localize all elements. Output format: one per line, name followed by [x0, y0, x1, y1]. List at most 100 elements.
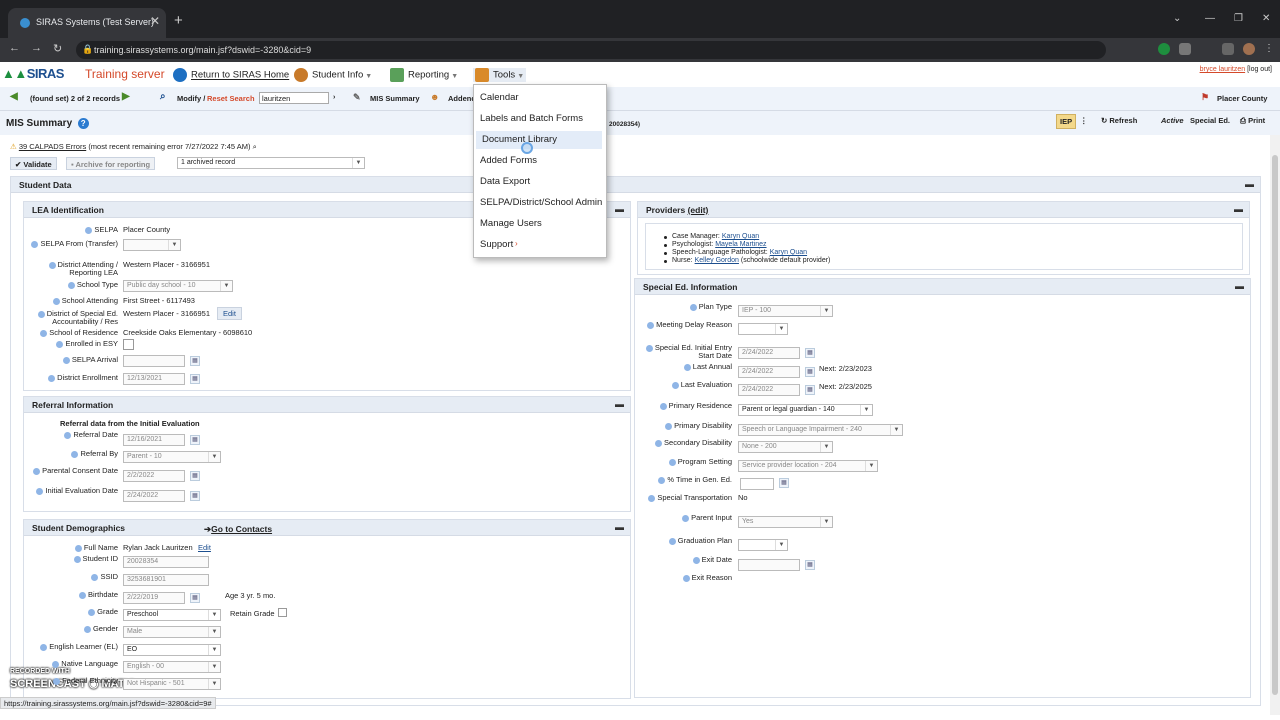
grammarly-icon[interactable] [1158, 43, 1170, 55]
demographic-select[interactable]: Male ▼ [123, 626, 221, 638]
help-icon[interactable] [71, 450, 79, 458]
help-icon[interactable] [31, 240, 39, 248]
help-icon[interactable] [645, 344, 653, 352]
help-icon[interactable]: ? [77, 118, 89, 129]
help-icon[interactable] [665, 422, 673, 430]
sidebar-icon[interactable] [1222, 43, 1234, 55]
chevron-down-icon[interactable]: ▼ [860, 405, 872, 415]
tools-menu-item[interactable]: Document Library [476, 131, 602, 149]
help-icon[interactable] [682, 514, 690, 522]
next-record-icon[interactable]: ▶ [122, 91, 130, 102]
search-input[interactable]: lauritzen [259, 92, 329, 104]
collapse-icon[interactable]: ▬ [1235, 281, 1244, 291]
nav-tools[interactable]: Tools ▼ [473, 68, 527, 82]
menu-icon[interactable]: ⋮ [1264, 43, 1276, 55]
prev-record-icon[interactable]: ◀ [10, 91, 18, 102]
esy-checkbox[interactable] [123, 339, 134, 350]
sped-date-input[interactable]: 2/24/2022 [738, 384, 800, 396]
calculator-icon[interactable]: ▦ [779, 478, 789, 488]
chevron-down-icon[interactable]: ▼ [820, 306, 832, 316]
return-home-link[interactable]: Return to SIRAS Home [173, 68, 289, 82]
nav-student-info[interactable]: Student Info ▼ [294, 68, 372, 82]
tools-menu-item[interactable]: Calendar [474, 89, 606, 107]
referral-by-select[interactable]: Parent - 10 ▼ [123, 451, 221, 463]
help-icon[interactable] [655, 439, 663, 447]
sped-field-select[interactable]: Parent or legal guardian - 140 ▼ [738, 404, 873, 416]
collapse-icon[interactable]: ▬ [1245, 179, 1254, 189]
retain-grade-checkbox[interactable] [278, 608, 287, 617]
help-icon[interactable] [648, 494, 656, 502]
help-icon[interactable] [683, 363, 691, 371]
logout-link[interactable]: [log out] [1247, 66, 1272, 73]
lea-date-input[interactable] [123, 355, 185, 367]
user-name-link[interactable]: bryce lauritzen [1200, 66, 1246, 73]
chevron-down-icon[interactable]: ▼ [208, 452, 220, 462]
help-icon[interactable] [62, 356, 70, 364]
modify-link[interactable]: Modify / [177, 94, 205, 103]
help-icon[interactable] [668, 537, 676, 545]
chevron-down-icon[interactable]: ▼ [208, 610, 220, 620]
browser-tab[interactable]: SIRAS Systems (Test Server) ✕ [8, 8, 166, 38]
calendar-icon[interactable]: ▦ [805, 560, 815, 570]
nav-reporting[interactable]: Reporting ▼ [390, 68, 458, 82]
chevron-down-icon[interactable]: ▼ [820, 442, 832, 452]
help-icon[interactable] [48, 374, 56, 382]
tools-menu-item[interactable]: SELPA/District/School Admin [474, 194, 606, 212]
chevron-down-icon[interactable]: ▼ [820, 517, 832, 527]
help-icon[interactable] [83, 625, 91, 633]
tools-menu-item[interactable]: Support [474, 236, 606, 254]
help-icon[interactable] [91, 573, 99, 581]
sped-field-select[interactable]: IEP - 100 ▼ [738, 305, 833, 317]
iep-badge[interactable]: IEP [1056, 114, 1077, 129]
help-icon[interactable] [37, 310, 45, 318]
provider-name-link[interactable]: Mayela Martinez [715, 241, 766, 248]
calendar-icon[interactable]: ▦ [190, 356, 200, 366]
refresh-button[interactable]: ↻ Refresh [1101, 116, 1137, 125]
demographic-select[interactable]: Not Hispanic - 501 ▼ [123, 678, 221, 690]
chevron-down-icon[interactable]: ▼ [775, 540, 787, 550]
validate-button[interactable]: ✔ Validate [10, 157, 57, 170]
demographic-input[interactable]: 20028354 [123, 556, 209, 568]
demographic-select[interactable]: EO ▼ [123, 644, 221, 656]
demographic-select[interactable]: Preschool ▼ [123, 609, 221, 621]
chevron-down-icon[interactable]: ▼ [208, 627, 220, 637]
help-icon[interactable] [74, 544, 82, 552]
help-icon[interactable] [36, 487, 44, 495]
help-icon[interactable] [33, 467, 41, 475]
search-small-icon[interactable]: ⌕ [253, 142, 257, 151]
go-to-contacts-link[interactable]: ➔Go to Contacts [204, 524, 272, 535]
sped-field-select[interactable]: Yes ▼ [738, 516, 833, 528]
demographic-select[interactable]: English - 00 ▼ [123, 661, 221, 673]
help-icon[interactable] [48, 261, 56, 269]
help-icon[interactable] [689, 303, 697, 311]
minimize-icon[interactable]: — [1205, 13, 1215, 24]
calendar-icon[interactable]: ▦ [190, 471, 200, 481]
lea-field-select[interactable]: ▼ [123, 239, 181, 251]
help-icon[interactable] [73, 555, 81, 563]
help-icon[interactable] [53, 677, 61, 685]
chevron-down-icon[interactable]: ▼ [865, 461, 877, 471]
close-tab-icon[interactable]: ✕ [150, 14, 160, 28]
help-icon[interactable] [67, 281, 75, 289]
referral-date-input[interactable]: 12/16/2021 [123, 434, 185, 446]
sped-date-input[interactable]: 2/24/2022 [738, 366, 800, 378]
calendar-icon[interactable]: ▦ [805, 367, 815, 377]
print-button[interactable]: ⎙ Print [1240, 116, 1265, 126]
help-icon[interactable] [668, 458, 676, 466]
calendar-icon[interactable]: ▦ [190, 374, 200, 384]
collapse-icon[interactable]: ▬ [615, 204, 624, 214]
archived-records-select[interactable]: 1 archived record ▼ [177, 157, 365, 169]
lea-field-select[interactable]: Public day school - 10 ▼ [123, 280, 233, 292]
forward-icon[interactable]: → [31, 42, 42, 54]
chevron-down-icon[interactable]: ▼ [208, 679, 220, 689]
provider-name-link[interactable]: Karyn Quan [770, 249, 807, 256]
sped-field-select[interactable]: Service provider location - 204 ▼ [738, 460, 878, 472]
help-icon[interactable] [52, 297, 60, 305]
tools-menu-item[interactable]: Labels and Batch Forms [474, 110, 606, 128]
reset-search-link[interactable]: Reset Search [207, 94, 255, 103]
help-icon[interactable] [692, 556, 700, 564]
help-icon[interactable] [64, 431, 72, 439]
referral-date-input[interactable]: 2/24/2022 [123, 490, 185, 502]
providers-edit-link[interactable]: (edit) [688, 205, 709, 215]
tab-search-icon[interactable]: ⌄ [1173, 13, 1181, 24]
